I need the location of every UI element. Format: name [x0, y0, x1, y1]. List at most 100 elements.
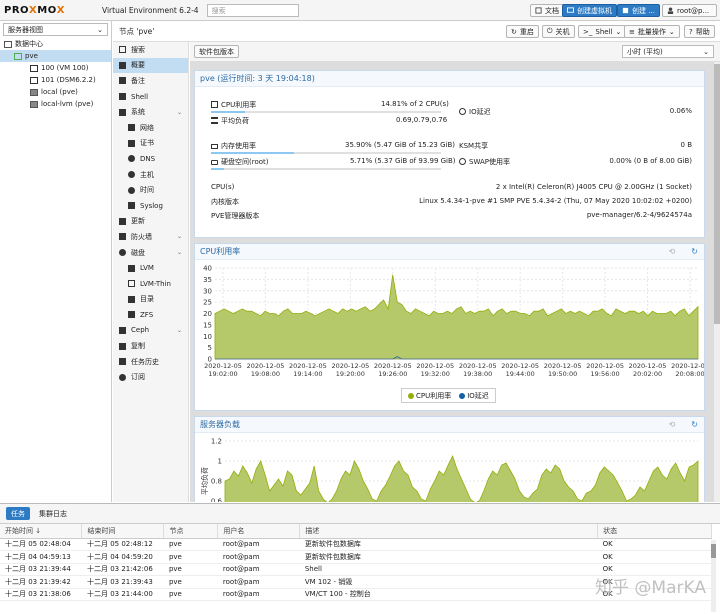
- list-icon: [119, 358, 126, 366]
- refresh-icon[interactable]: ↻: [691, 420, 698, 429]
- restart-button[interactable]: ↻ 重启: [506, 25, 539, 38]
- content-scrollbar[interactable]: [714, 62, 720, 502]
- tree-item[interactable]: local (pve): [0, 86, 111, 98]
- y-tick-label: 40: [203, 265, 212, 273]
- x-tick-time: 19:14:00: [293, 370, 322, 378]
- help-button[interactable]: ? 帮助: [684, 25, 715, 38]
- menu-item-label: 备注: [131, 76, 145, 85]
- menu-item[interactable]: 系统 ⌄: [113, 104, 188, 120]
- tree-item-label: 数据中心: [15, 40, 43, 48]
- tab-cluster-log[interactable]: 集群日志: [34, 507, 72, 520]
- column-header[interactable]: 状态: [597, 524, 712, 539]
- menu-item-label: DNS: [140, 154, 156, 163]
- menu-item[interactable]: 主机: [113, 167, 188, 183]
- shell-button[interactable]: >_ Shell ⌄: [578, 25, 627, 38]
- menu-item[interactable]: Shell: [113, 89, 188, 105]
- clock-icon: [459, 108, 466, 115]
- user-menu[interactable]: root@p...: [662, 4, 717, 17]
- tree-item[interactable]: 数据中心: [0, 38, 111, 50]
- refresh-icon[interactable]: ↻: [691, 247, 698, 256]
- book-icon: [535, 7, 542, 14]
- legend-io[interactable]: IO延迟: [459, 391, 489, 401]
- table-cell: pve: [163, 550, 218, 564]
- undo-zoom-icon[interactable]: ⟲: [669, 247, 676, 256]
- menu-item[interactable]: 时间: [113, 182, 188, 198]
- vm-icon: [30, 76, 38, 84]
- io-delay-value: 0.06%: [669, 107, 692, 115]
- docs-button[interactable]: 文档: [530, 4, 564, 17]
- menu-item[interactable]: ZFS: [113, 307, 188, 323]
- shutdown-button[interactable]: ⏻ 关机: [542, 25, 575, 38]
- list-icon: [128, 202, 135, 210]
- tree-item[interactable]: local-lvm (pve): [0, 98, 111, 110]
- table-row[interactable]: 十二月 05 02:48:04 十二月 05 02:48:12 pve root@pa…: [0, 538, 712, 551]
- menu-item[interactable]: DNS: [113, 151, 188, 167]
- tree-item[interactable]: pve: [0, 50, 111, 62]
- menu-item[interactable]: LVM: [113, 260, 188, 276]
- x-tick-date: 2020-12-05: [586, 362, 624, 370]
- task-tabs: 任务 集群日志: [0, 504, 720, 524]
- square-icon: [128, 264, 135, 272]
- table-cell: pve: [163, 563, 218, 576]
- menu-item[interactable]: 防火墙 ⌄: [113, 229, 188, 245]
- chevron-down-icon: ⌄: [668, 27, 675, 36]
- menu-item[interactable]: LVM-Thin: [113, 276, 188, 292]
- menu-item[interactable]: Ceph ⌄: [113, 323, 188, 339]
- menu-item[interactable]: 目录: [113, 292, 188, 308]
- swap-usage-label: SWAP使用率: [459, 157, 510, 167]
- table-row[interactable]: 十二月 04 04:59:13 十二月 04 04:59:20 pve root@pa…: [0, 550, 712, 564]
- menu-item[interactable]: Syslog: [113, 198, 188, 214]
- column-header[interactable]: 结束时间: [81, 524, 165, 539]
- column-header[interactable]: 节点: [163, 524, 219, 539]
- menu-item-label: 主机: [140, 170, 154, 179]
- tree-item[interactable]: 101 (DSM6.2.2): [0, 74, 111, 86]
- cpu-chart-panel: CPU利用率 ⟲ ↻ 40 35 30 25 20 15 10 5 0 2020-12-05 19:…: [194, 243, 705, 411]
- bulk-actions-button[interactable]: ≡ 批量操作 ⌄: [624, 25, 680, 38]
- column-header[interactable]: 开始时间 ↓: [0, 524, 83, 539]
- summary-toolbar: 软件包版本 小时 (平均) ⌄: [190, 42, 720, 62]
- table-cell: 十二月 05 02:48:12: [81, 538, 164, 551]
- task-scrollbar[interactable]: [711, 540, 716, 612]
- column-header[interactable]: 用户名: [217, 524, 301, 539]
- node-icon: [14, 52, 22, 60]
- chevron-down-icon: ⌄: [176, 249, 182, 257]
- book-icon: [119, 61, 126, 69]
- x-tick-date: 2020-12-05: [331, 362, 369, 370]
- column-header[interactable]: 描述: [299, 524, 599, 539]
- search-input[interactable]: 搜索: [206, 3, 299, 17]
- x-tick-date: 2020-12-05: [247, 362, 285, 370]
- status-title: pve (运行时间: 3 天 19:04:18): [195, 71, 704, 87]
- menu-item[interactable]: 磁盘 ⌄: [113, 245, 188, 261]
- refresh-icon: ↻: [511, 27, 517, 36]
- summary-content: 软件包版本 小时 (平均) ⌄ pve (运行时间: 3 天 19:04:18) …: [190, 42, 720, 502]
- create-ct-button[interactable]: 创建 ...: [617, 4, 660, 17]
- menu-item[interactable]: 证书: [113, 136, 188, 152]
- search-icon: [119, 46, 126, 54]
- menu-item[interactable]: 订阅: [113, 369, 188, 385]
- refresh-icon: [459, 158, 466, 165]
- legend-cpu[interactable]: CPU利用率: [408, 391, 451, 401]
- x-tick-date: 2020-12-05: [671, 362, 704, 370]
- menu-item[interactable]: 备注: [113, 73, 188, 89]
- view-selector[interactable]: 服务器视图 ⌄: [3, 23, 108, 36]
- menu-item[interactable]: 概要: [113, 57, 188, 74]
- table-cell: root@pam: [217, 575, 300, 589]
- menu-item[interactable]: 搜索: [113, 42, 188, 58]
- chevron-down-icon: ⌄: [176, 326, 182, 334]
- y-tick-label: 30: [203, 287, 212, 295]
- table-cell: 十二月 03 21:39:42: [0, 575, 82, 589]
- menu-item[interactable]: 任务历史: [113, 354, 188, 370]
- tab-tasks[interactable]: 任务: [6, 507, 30, 520]
- create-vm-button[interactable]: 创建虚拟机: [562, 4, 617, 17]
- kernel-version-value: Linux 5.4.34-1-pve #1 SMP PVE 5.4.34-2 (…: [419, 197, 692, 205]
- timeframe-select[interactable]: 小时 (平均) ⌄: [622, 45, 714, 58]
- menu-item[interactable]: 更新: [113, 214, 188, 230]
- menu-item[interactable]: 复制: [113, 338, 188, 354]
- menu-item[interactable]: 网络: [113, 120, 188, 136]
- package-versions-button[interactable]: 软件包版本: [194, 45, 239, 58]
- undo-zoom-icon[interactable]: ⟲: [669, 420, 676, 429]
- node-title: 节点 'pve': [119, 26, 155, 36]
- load-area-series: [224, 454, 699, 502]
- tree-item[interactable]: 100 (VM 100): [0, 62, 111, 74]
- menu-item-label: Ceph: [131, 326, 150, 335]
